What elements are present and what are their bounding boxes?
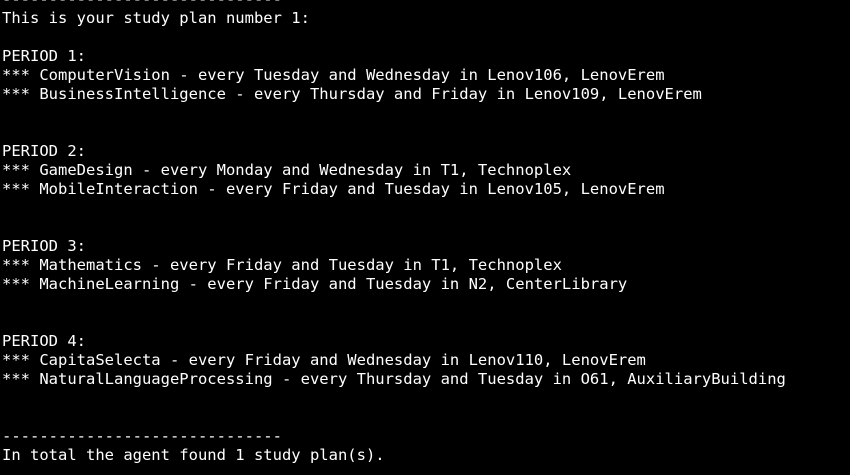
- period-2-heading: PERIOD 2:: [2, 142, 86, 160]
- period-3-course-2: *** MachineLearning - every Friday and T…: [2, 275, 628, 293]
- separator-line-top: ------------------------------: [2, 0, 850, 9]
- period-3-course-1: *** Mathematics - every Friday and Tuesd…: [2, 256, 562, 274]
- study-plan-heading: This is your study plan number 1:: [2, 9, 310, 27]
- period-1-course-2: *** BusinessIntelligence - every Thursda…: [2, 85, 702, 103]
- terminal-output[interactable]: ------------------------------ This is y…: [0, 0, 850, 475]
- period-4-course-1: *** CapitaSelecta - every Friday and Wed…: [2, 351, 646, 369]
- period-4-course-2: *** NaturalLanguageProcessing - every Th…: [2, 370, 786, 388]
- period-3-heading: PERIOD 3:: [2, 237, 86, 255]
- period-2-course-2: *** MobileInteraction - every Friday and…: [2, 180, 665, 198]
- period-1-course-1: *** ComputerVision - every Tuesday and W…: [2, 66, 665, 84]
- period-4-heading: PERIOD 4:: [2, 332, 86, 350]
- period-2-course-1: *** GameDesign - every Monday and Wednes…: [2, 161, 572, 179]
- period-1-heading: PERIOD 1:: [2, 47, 86, 65]
- separator-line-bottom: ------------------------------: [2, 427, 282, 445]
- summary-line: In total the agent found 1 study plan(s)…: [2, 446, 385, 464]
